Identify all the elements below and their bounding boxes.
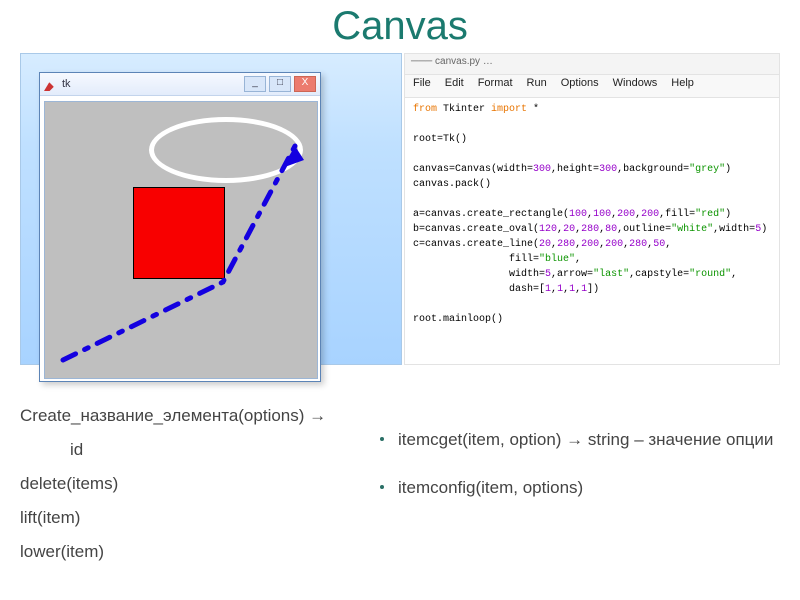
menu-edit[interactable]: Edit <box>445 77 464 95</box>
maximize-button[interactable]: □ <box>269 76 291 92</box>
method-delete: delete(items) <box>20 467 370 501</box>
tk-window-label: tk <box>62 78 71 90</box>
tk-canvas <box>44 101 318 379</box>
slide-title: Canvas <box>0 0 800 53</box>
method-lift: lift(item) <box>20 501 370 535</box>
close-button[interactable]: X <box>294 76 316 92</box>
tk-titlebar: tk _ □ X <box>40 73 320 96</box>
minimize-button[interactable]: _ <box>244 76 266 92</box>
menu-run[interactable]: Run <box>527 77 547 95</box>
menu-help[interactable]: Help <box>671 77 694 95</box>
code-area: from Tkinter import * root=Tk() canvas=C… <box>405 98 779 331</box>
menu-file[interactable]: File <box>413 77 431 95</box>
methods-right: itemcget(item, option) → string – значен… <box>370 399 780 569</box>
menu-options[interactable]: Options <box>561 77 599 95</box>
tk-window: tk _ □ X <box>39 72 321 382</box>
dashed-path <box>63 146 295 360</box>
bullet-icon <box>380 485 384 489</box>
tk-screenshot: tk _ □ X <box>20 53 402 365</box>
tk-icon <box>44 77 58 91</box>
method-itemconfig: itemconfig(item, options) <box>398 471 583 505</box>
methods-row: Create_название_элемента(options) → id d… <box>20 399 780 569</box>
code-editor: ─── canvas.py … File Edit Format Run Opt… <box>404 53 780 365</box>
method-lower: lower(item) <box>20 535 370 569</box>
method-create-id: id <box>20 433 370 467</box>
methods-left: Create_название_элемента(options) → id d… <box>20 399 370 569</box>
blue-line <box>45 102 317 378</box>
method-create: Create_название_элемента(options) → <box>20 399 370 433</box>
bullet-icon <box>380 437 384 441</box>
method-itemcget: itemcget(item, option) → string – значен… <box>398 423 773 457</box>
menu-format[interactable]: Format <box>478 77 513 95</box>
editor-titlebar: ─── canvas.py … <box>405 54 779 75</box>
menu-windows[interactable]: Windows <box>613 77 658 95</box>
top-row: tk _ □ X ── <box>20 53 780 365</box>
editor-menu: File Edit Format Run Options Windows Hel… <box>405 75 779 98</box>
